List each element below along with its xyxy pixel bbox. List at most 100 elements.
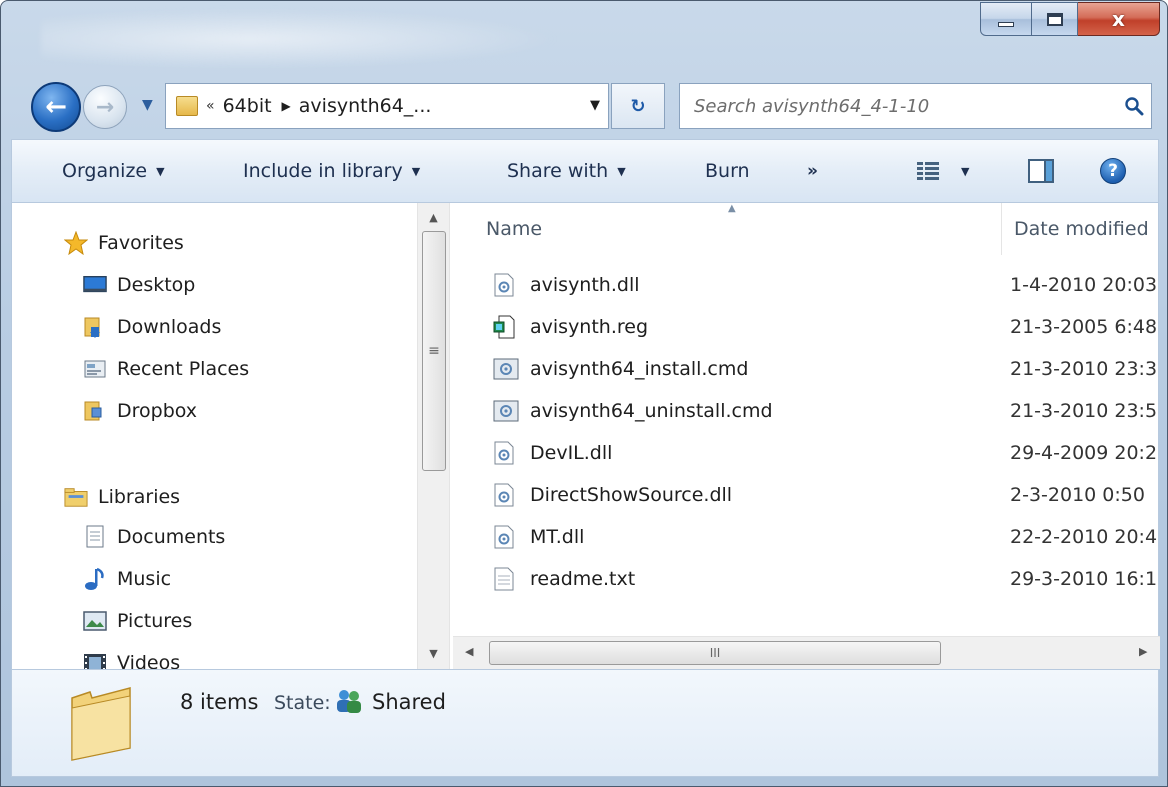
sidebar-item-label: Downloads	[117, 316, 222, 338]
column-header-name[interactable]: Name	[486, 203, 542, 255]
sidebar-item-desktop[interactable]: Desktop	[83, 267, 195, 303]
scroll-right-icon[interactable]: ▶	[1139, 645, 1147, 658]
minimize-button[interactable]	[980, 2, 1032, 36]
burn-button[interactable]: Burn	[705, 140, 750, 202]
chevron-down-icon[interactable]: ▼	[961, 165, 969, 178]
music-note-icon	[83, 567, 107, 590]
address-bar[interactable]: « 64bit ▶ avisynth64_... ▼	[165, 83, 609, 129]
scroll-thumb[interactable]: ≡	[422, 231, 446, 471]
chevron-down-icon: ▼	[617, 164, 626, 178]
cmd-file-icon	[493, 357, 519, 381]
cmd-file-icon	[493, 399, 519, 423]
maximize-button[interactable]	[1032, 2, 1078, 36]
back-button[interactable]: ←	[31, 82, 81, 132]
libraries-icon	[64, 486, 88, 508]
sidebar-item-recent-places[interactable]: Recent Places	[83, 351, 249, 387]
burn-label: Burn	[705, 160, 750, 182]
file-name: avisynth64_install.cmd	[530, 358, 749, 380]
include-in-library-button[interactable]: Include in library ▼	[243, 140, 420, 202]
file-list: ▲ Name Date modified avisynth.dll 1-4-201…	[453, 203, 1160, 669]
sidebar-item-label: Pictures	[117, 610, 193, 632]
search-box	[679, 83, 1152, 129]
sidebar-item-label: Desktop	[117, 274, 196, 296]
file-row[interactable]: DirectShowSource.dll 2-3-2010 0:50	[453, 475, 1160, 515]
horizontal-scroll-thumb[interactable]: III	[489, 641, 941, 665]
search-icon[interactable]	[1117, 96, 1151, 116]
documents-icon	[83, 525, 107, 548]
organize-button[interactable]: Organize ▼	[62, 140, 165, 202]
file-name: DevIL.dll	[530, 442, 613, 464]
search-input[interactable]	[680, 84, 1117, 128]
recent-pages-button[interactable]: ▼	[142, 97, 153, 113]
more-commands-button[interactable]: »	[807, 140, 818, 202]
file-row[interactable]: DevIL.dll 29-4-2009 20:2	[453, 433, 1160, 473]
desktop-icon	[83, 274, 107, 296]
forward-button[interactable]: →	[83, 85, 127, 129]
file-date-modified: 2-3-2010 0:50	[1010, 484, 1145, 506]
scroll-up-icon[interactable]: ▲	[418, 211, 449, 224]
scroll-left-icon[interactable]: ◀	[465, 645, 473, 658]
star-icon	[64, 231, 88, 255]
sidebar-item-music[interactable]: Music	[83, 561, 171, 597]
file-date-modified: 29-3-2010 16:1	[1010, 568, 1158, 590]
file-date-modified: 21-3-2010 23:3	[1010, 358, 1158, 380]
dll-file-icon	[493, 441, 515, 465]
close-button[interactable]: x	[1078, 2, 1160, 36]
file-row[interactable]: avisynth.dll 1-4-2010 20:03	[453, 265, 1160, 305]
breadcrumb-current-folder[interactable]: avisynth64_...	[299, 95, 432, 117]
file-name: avisynth.dll	[530, 274, 640, 296]
sidebar-favorites[interactable]: Favorites	[64, 225, 184, 261]
file-row[interactable]: avisynth64_install.cmd 21-3-2010 23:3	[453, 349, 1160, 389]
file-list-horizontal-scrollbar[interactable]: ◀ III ▶	[453, 636, 1160, 669]
refresh-button[interactable]: ↻	[611, 83, 665, 129]
scroll-down-icon[interactable]: ▼	[418, 647, 449, 660]
film-strip-icon	[83, 652, 107, 669]
file-row[interactable]: readme.txt 29-3-2010 16:1	[453, 559, 1160, 599]
change-view-button[interactable]: ▼	[917, 140, 969, 202]
chevron-down-icon: ▼	[156, 164, 165, 178]
breadcrumb-separator-icon[interactable]: ▶	[282, 99, 291, 113]
sidebar-item-documents[interactable]: Documents	[83, 519, 225, 555]
sidebar-favorites-label: Favorites	[98, 232, 184, 254]
sidebar-item-label: Dropbox	[117, 400, 198, 422]
column-header-date-modified[interactable]: Date modified	[1001, 203, 1149, 255]
chevron-down-icon: ▼	[411, 164, 421, 178]
window-controls: x	[980, 2, 1160, 36]
maximize-icon	[1046, 12, 1063, 26]
sidebar-item-label: Recent Places	[117, 358, 250, 380]
organize-label: Organize	[62, 160, 148, 182]
back-arrow-icon: ←	[45, 92, 67, 122]
close-icon: x	[1112, 7, 1125, 31]
address-dropdown-icon[interactable]: ▼	[590, 98, 600, 113]
dropbox-folder-icon	[83, 400, 107, 422]
include-label: Include in library	[243, 160, 403, 182]
share-with-button[interactable]: Share with ▼	[507, 140, 626, 202]
pictures-icon	[83, 610, 107, 632]
help-button[interactable]: ?	[1100, 140, 1126, 202]
sidebar-item-dropbox[interactable]: Dropbox	[83, 393, 197, 429]
file-row[interactable]: avisynth64_uninstall.cmd 21-3-2010 23:5	[453, 391, 1160, 431]
text-file-icon	[493, 567, 515, 591]
file-row[interactable]: MT.dll 22-2-2010 20:4	[453, 517, 1160, 557]
sidebar-item-downloads[interactable]: Downloads	[83, 309, 221, 345]
command-bar: Organize ▼ Include in library ▼ Share with…	[11, 139, 1159, 203]
explorer-window: x ← → ▼ « 64bit ▶ avisynth64_... ▼ ↻ Org…	[0, 0, 1168, 787]
details-pane: 8 items State: Shared	[11, 669, 1159, 777]
breadcrumb-overflow[interactable]: «	[206, 98, 215, 114]
folder-icon	[176, 96, 198, 116]
navigation-bar: ← → ▼ « 64bit ▶ avisynth64_... ▼ ↻	[1, 69, 1167, 132]
preview-pane-button[interactable]	[1028, 140, 1054, 202]
forward-arrow-icon: →	[95, 94, 115, 120]
content-area: Favorites Desktop Downloads Recent Place…	[11, 203, 1160, 669]
more-commands-icon: »	[807, 161, 818, 181]
file-name: readme.txt	[530, 568, 636, 590]
title-bar-glass	[41, 9, 561, 69]
sidebar-item-label: Music	[117, 568, 172, 590]
breadcrumb-64bit[interactable]: 64bit	[223, 95, 272, 117]
sidebar-libraries[interactable]: Libraries	[64, 479, 180, 515]
navigation-pane-scrollbar[interactable]: ▲ ≡ ▼	[417, 203, 450, 669]
file-date-modified: 21-3-2010 23:5	[1010, 400, 1158, 422]
sidebar-item-videos[interactable]: Videos	[83, 645, 180, 669]
sidebar-item-pictures[interactable]: Pictures	[83, 603, 192, 639]
file-row[interactable]: avisynth.reg 21-3-2005 6:48	[453, 307, 1160, 347]
